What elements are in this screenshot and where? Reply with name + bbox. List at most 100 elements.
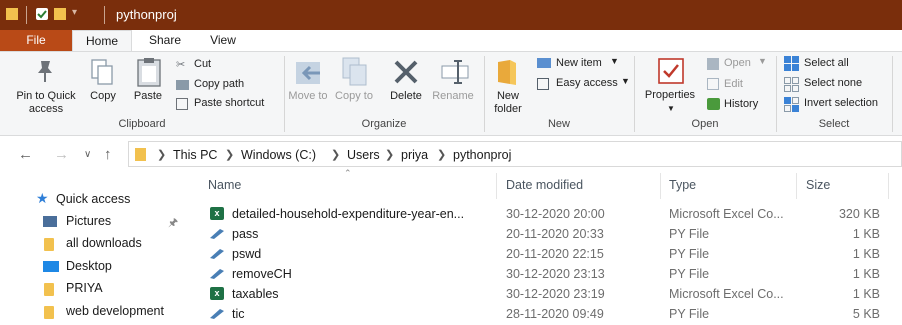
file-name: pswd bbox=[232, 247, 262, 261]
move-to-icon bbox=[296, 62, 320, 84]
column-header-date[interactable]: Date modified bbox=[506, 178, 583, 192]
file-date: 30-12-2020 20:00 bbox=[506, 207, 605, 221]
chevron-down-icon: ▼ bbox=[667, 104, 675, 113]
python-file-icon bbox=[210, 229, 224, 239]
new-folder-icon bbox=[498, 60, 516, 85]
select-none-label: Select none bbox=[804, 77, 863, 89]
folder-icon[interactable] bbox=[6, 8, 18, 20]
file-name: detailed-household-expenditure-year-en..… bbox=[232, 207, 465, 221]
nav-label: all downloads bbox=[66, 236, 142, 250]
sort-up-icon: ⌃ bbox=[344, 168, 352, 178]
up-arrow-icon[interactable]: ↑ bbox=[104, 146, 112, 163]
chevron-right-icon[interactable]: ❯ bbox=[157, 148, 166, 161]
pin-icon[interactable]: 🖈 bbox=[168, 214, 178, 233]
nav-label: Desktop bbox=[66, 259, 112, 273]
history-label: History bbox=[724, 98, 759, 110]
file-size: 1 KB bbox=[852, 287, 880, 301]
column-header-type[interactable]: Type bbox=[669, 178, 696, 192]
table-row[interactable]: x taxables 30-12-2020 23:19 Microsoft Ex… bbox=[200, 284, 900, 304]
checkbox-icon[interactable] bbox=[36, 8, 48, 20]
nav-item-priya[interactable]: PRIYA bbox=[0, 278, 190, 300]
ribbon: Pin to Quick access Copy Paste ✂ Cut Cop… bbox=[0, 51, 902, 136]
excel-file-icon: x bbox=[210, 207, 224, 220]
pin-label: Pin to Quick access bbox=[16, 90, 76, 115]
cut-label: Cut bbox=[194, 58, 212, 70]
ribbon-tabs: File Home Share View bbox=[0, 30, 902, 51]
table-row[interactable]: tic 28-11-2020 09:49 PY File 5 KB bbox=[200, 304, 900, 324]
file-date: 30-12-2020 23:13 bbox=[506, 267, 605, 281]
divider[interactable] bbox=[796, 173, 797, 199]
table-row[interactable]: x detailed-household-expenditure-year-en… bbox=[200, 204, 900, 224]
divider bbox=[104, 6, 105, 24]
paste-label: Paste bbox=[133, 90, 163, 102]
delete-icon bbox=[394, 60, 418, 84]
divider bbox=[26, 6, 27, 24]
pictures-icon bbox=[43, 216, 57, 227]
tab-home[interactable]: Home bbox=[72, 30, 132, 51]
tab-file[interactable]: File bbox=[0, 30, 72, 51]
breadcrumb-priya[interactable]: priya bbox=[401, 148, 428, 162]
divider[interactable] bbox=[660, 173, 661, 199]
chevron-down-icon: ▼ bbox=[758, 56, 767, 66]
select-none-icon bbox=[784, 77, 799, 92]
breadcrumb-pythonproj[interactable]: pythonproj bbox=[453, 148, 511, 162]
breadcrumb-windows-c[interactable]: Windows (C:) bbox=[241, 148, 316, 162]
file-type: Microsoft Excel Co... bbox=[669, 287, 784, 301]
rename-icon bbox=[441, 60, 469, 84]
file-date: 20-11-2020 20:33 bbox=[506, 227, 604, 241]
divider[interactable] bbox=[888, 173, 889, 199]
column-header-name[interactable]: Name bbox=[208, 178, 241, 192]
navigation-pane: ★ Quick access Pictures 🖈 all downloads … bbox=[0, 171, 190, 325]
file-type: PY File bbox=[669, 227, 710, 241]
table-row[interactable]: pswd 20-11-2020 22:15 PY File 1 KB bbox=[200, 244, 900, 264]
file-size: 320 KB bbox=[838, 207, 880, 221]
table-row[interactable]: pass 20-11-2020 20:33 PY File 1 KB bbox=[200, 224, 900, 244]
file-name: removeCH bbox=[232, 267, 292, 281]
chevron-right-icon[interactable]: ❯ bbox=[225, 148, 234, 161]
file-size: 1 KB bbox=[852, 267, 880, 281]
tab-share[interactable]: Share bbox=[138, 30, 192, 51]
desktop-icon bbox=[43, 261, 59, 272]
nav-item-desktop[interactable]: Desktop bbox=[0, 256, 190, 278]
chevron-down-icon[interactable]: ▾ bbox=[72, 7, 77, 18]
chevron-down-icon: ▼ bbox=[621, 76, 630, 86]
breadcrumb-this-pc[interactable]: This PC bbox=[173, 148, 217, 162]
nav-item-all-downloads[interactable]: all downloads bbox=[0, 233, 190, 255]
file-size: 1 KB bbox=[852, 227, 880, 241]
file-date: 28-11-2020 09:49 bbox=[506, 307, 604, 321]
excel-file-icon: x bbox=[210, 287, 224, 300]
chevron-right-icon[interactable]: ❯ bbox=[385, 148, 394, 161]
pin-icon bbox=[38, 61, 52, 82]
folder-icon bbox=[44, 306, 54, 319]
open-icon bbox=[707, 58, 719, 70]
nav-item-web-development[interactable]: web development bbox=[0, 301, 190, 323]
back-arrow-icon[interactable]: ← bbox=[18, 146, 33, 163]
folder-icon[interactable] bbox=[54, 8, 66, 20]
column-header-size[interactable]: Size bbox=[806, 178, 830, 192]
folder-icon bbox=[135, 148, 146, 161]
tab-view[interactable]: View bbox=[196, 30, 250, 51]
file-type: Microsoft Excel Co... bbox=[669, 207, 784, 221]
delete-label: Delete bbox=[390, 90, 422, 102]
breadcrumb-users[interactable]: Users bbox=[347, 148, 380, 162]
select-all-label: Select all bbox=[804, 57, 849, 69]
properties-icon bbox=[658, 58, 684, 84]
table-row[interactable]: removeCH 30-12-2020 23:13 PY File 1 KB bbox=[200, 264, 900, 284]
easy-access-label: Easy access bbox=[556, 77, 618, 89]
chevron-right-icon[interactable]: ❯ bbox=[437, 148, 446, 161]
address-bar[interactable]: ❯ This PC ❯ Windows (C:) ❯ Users ❯ priya… bbox=[128, 141, 902, 167]
copy-path-icon bbox=[176, 80, 189, 90]
nav-item-pictures[interactable]: Pictures 🖈 bbox=[0, 211, 190, 233]
file-name: tic bbox=[232, 307, 245, 321]
divider[interactable] bbox=[496, 173, 497, 199]
paste-shortcut-icon bbox=[176, 98, 188, 110]
forward-arrow-icon[interactable]: → bbox=[54, 146, 69, 163]
rename-label: Rename bbox=[432, 90, 474, 102]
nav-item-quick-access[interactable]: ★ Quick access bbox=[0, 189, 190, 211]
new-item-label: New item bbox=[556, 57, 602, 69]
folder-icon bbox=[44, 238, 54, 251]
edit-label: Edit bbox=[724, 78, 743, 90]
copy-label: Copy bbox=[90, 90, 116, 102]
chevron-right-icon[interactable]: ❯ bbox=[331, 148, 340, 161]
chevron-down-icon[interactable]: ∨ bbox=[84, 149, 91, 160]
